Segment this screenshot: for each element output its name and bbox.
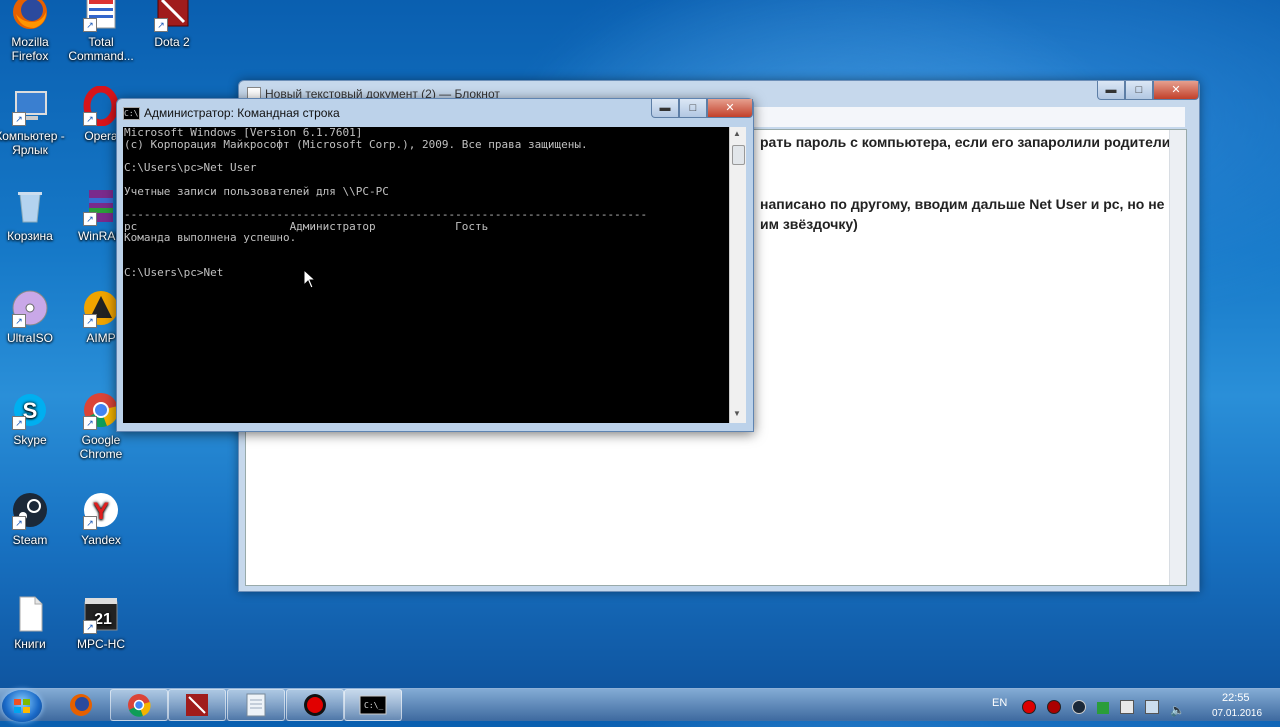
tray-volume-icon[interactable]: 🔈	[1170, 704, 1185, 716]
language-indicator[interactable]: EN	[992, 697, 1007, 709]
desktop-icon-label: Компьютер - Ярлык	[0, 129, 65, 157]
notepad-window-controls: ▬ □ ✕	[1097, 81, 1199, 100]
ultraiso-icon: ↗	[10, 288, 50, 328]
cmd-window-controls: ▬ □ ✕	[651, 99, 753, 118]
scroll-down-icon[interactable]: ▼	[733, 409, 741, 418]
cmd-window[interactable]: C:\ Администратор: Командная строка ▬ □ …	[116, 98, 754, 432]
dota2-icon: ↗	[152, 0, 192, 32]
tray-icons: 🔈	[1022, 700, 1185, 717]
svg-text:C:\_: C:\_	[364, 701, 383, 710]
shortcut-arrow-icon: ↗	[12, 516, 26, 530]
cmd-icon: C:\_	[359, 695, 387, 715]
mouse-cursor-icon	[303, 269, 317, 289]
shortcut-arrow-icon: ↗	[12, 112, 26, 126]
taskbar-chrome[interactable]	[110, 689, 168, 721]
shortcut-arrow-icon: ↗	[83, 620, 97, 634]
desktop-icon-label: Skype	[13, 433, 47, 447]
aimp-icon: ↗	[81, 288, 121, 328]
firefox-icon	[10, 0, 50, 32]
tray-record-icon[interactable]	[1022, 700, 1036, 714]
notepad-icon	[246, 693, 266, 717]
desktop-icon-label: Mozilla Firefox	[11, 35, 49, 63]
taskbar-cmd[interactable]: C:\_	[344, 689, 402, 721]
shortcut-arrow-icon: ↗	[83, 212, 97, 226]
tray-record2-icon[interactable]	[1047, 700, 1062, 714]
desktop-icon-label: Steam	[12, 533, 48, 547]
desktop-icon-label: Total Command...	[68, 35, 134, 63]
clock-time[interactable]: 22:55	[1222, 692, 1250, 704]
document-icon	[10, 594, 50, 634]
tray-action-center-icon[interactable]	[1120, 700, 1135, 714]
minimize-button[interactable]: ▬	[651, 99, 679, 118]
clock-date[interactable]: 07.01.2016	[1212, 708, 1262, 719]
shortcut-arrow-icon: ↗	[83, 18, 97, 32]
tray-network-icon[interactable]	[1145, 700, 1160, 714]
desktop-icon-steam[interactable]: ↗ Steam	[0, 490, 66, 547]
windows-logo-icon	[14, 699, 30, 713]
scrollbar-thumb[interactable]	[732, 145, 745, 165]
close-button[interactable]: ✕	[707, 99, 753, 118]
shortcut-arrow-icon: ↗	[83, 314, 97, 328]
desktop-icon-recycle-bin[interactable]: Корзина	[0, 186, 66, 243]
desktop-icon-skype[interactable]: S ↗ Skype	[0, 390, 66, 447]
taskbar-recorder[interactable]	[286, 689, 344, 721]
winrar-icon: ↗	[81, 186, 121, 226]
yandex-icon: Y ↗	[81, 490, 121, 530]
scroll-up-icon[interactable]: ▲	[733, 129, 741, 138]
close-button[interactable]: ✕	[1153, 81, 1199, 100]
skype-icon: S ↗	[10, 390, 50, 430]
shortcut-arrow-icon: ↗	[83, 416, 97, 430]
shortcut-arrow-icon: ↗	[83, 516, 97, 530]
desktop-icon-ultraiso[interactable]: ↗ UltraISO	[0, 288, 66, 345]
cmd-title: Администратор: Командная строка	[144, 106, 340, 120]
chrome-icon: ↗	[81, 390, 121, 430]
tray-steam-icon[interactable]	[1072, 700, 1087, 714]
dota2-icon	[186, 694, 208, 716]
total-commander-icon: ↗	[81, 0, 121, 32]
cmd-console[interactable]: Microsoft Windows [Version 6.1.7601] (c)…	[123, 127, 729, 423]
recycle-bin-icon	[10, 186, 50, 226]
shortcut-arrow-icon: ↗	[83, 112, 97, 126]
desktop-icon-books[interactable]: Книги	[0, 594, 66, 651]
notepad-text-line: им звёздочку)	[760, 216, 858, 232]
record-icon	[304, 694, 326, 716]
start-button[interactable]	[2, 690, 42, 722]
desktop-icon-computer[interactable]: ↗ Компьютер - Ярлык	[0, 86, 66, 157]
desktop-icon-label: MPC-HC	[77, 637, 125, 651]
steam-icon: ↗	[10, 490, 50, 530]
notepad-text-line: рать пароль с компьютера, если его запар…	[760, 134, 1176, 150]
desktop-icon-total-commander[interactable]: ↗ Total Command...	[65, 0, 137, 63]
desktop-icon-mpc-hc[interactable]: 21 ↗ MPC-HC	[65, 594, 137, 651]
opera-icon: ↗	[81, 85, 121, 127]
shortcut-arrow-icon: ↗	[12, 314, 26, 328]
shortcut-arrow-icon: ↗	[154, 18, 168, 32]
desktop-icon-label: Yandex	[81, 533, 121, 547]
mpc-hc-icon: 21 ↗	[81, 594, 121, 634]
cmd-icon: C:\	[123, 107, 140, 120]
maximize-button[interactable]: □	[1125, 81, 1153, 100]
tray-check-icon[interactable]	[1097, 702, 1110, 714]
desktop-icon-dota2[interactable]: ↗ Dota 2	[136, 0, 208, 49]
minimize-button[interactable]: ▬	[1097, 81, 1125, 100]
firefox-icon	[70, 694, 92, 716]
shortcut-arrow-icon: ↗	[12, 416, 26, 430]
notepad-text-line: написано по другому, вводим дальше Net U…	[760, 196, 1165, 212]
taskbar-notepad[interactable]	[227, 689, 285, 721]
desktop-icon-yandex[interactable]: Y ↗ Yandex	[65, 490, 137, 547]
desktop-icon-label: Dota 2	[154, 35, 190, 49]
desktop-icon-label: Корзина	[7, 229, 53, 243]
computer-icon: ↗	[10, 86, 50, 126]
cmd-output: Microsoft Windows [Version 6.1.7601] (c)…	[124, 126, 648, 280]
cmd-scrollbar[interactable]: ▲ ▼	[729, 127, 746, 423]
chrome-icon	[128, 694, 151, 717]
maximize-button[interactable]: □	[679, 99, 707, 118]
taskbar-firefox[interactable]	[52, 689, 110, 721]
notepad-scrollbar[interactable]	[1169, 130, 1186, 585]
desktop-icon-firefox[interactable]: Mozilla Firefox	[0, 0, 66, 63]
desktop-icon-label: Google Chrome	[79, 433, 123, 461]
desktop-icon-label: UltraISO	[6, 331, 53, 345]
taskbar-dota2[interactable]	[168, 689, 226, 721]
desktop-icon-label: Книги	[14, 637, 46, 651]
